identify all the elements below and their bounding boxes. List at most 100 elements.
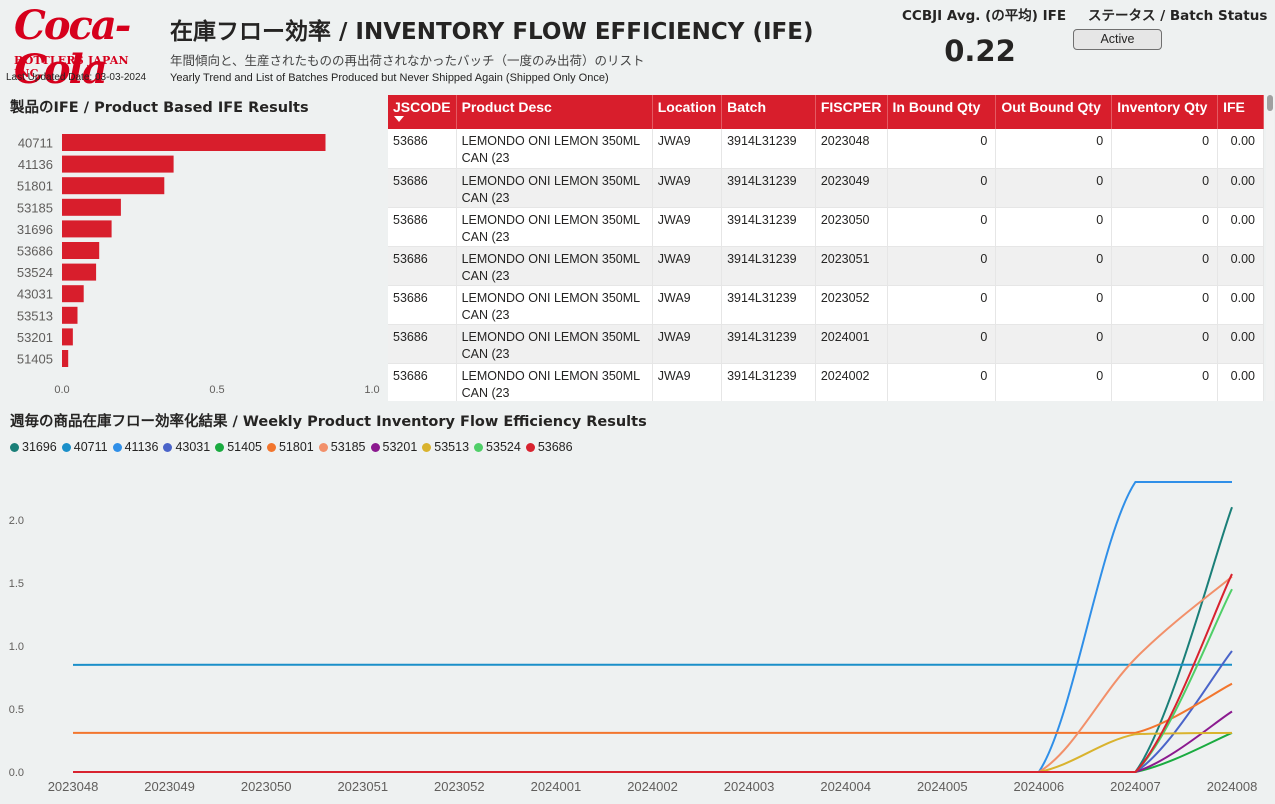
x-tick-label: 2024004 — [820, 779, 871, 794]
legend-label: 40711 — [73, 440, 108, 454]
table-cell: 3914L31239 — [721, 129, 816, 169]
legend-dot-icon — [422, 442, 432, 452]
table-cell: 0 — [887, 285, 997, 325]
table-cell: 0.00 — [1217, 207, 1264, 247]
table-cell: 0 — [995, 363, 1113, 401]
column-header-product-desc[interactable]: Product Desc — [456, 95, 653, 129]
legend-item-31696[interactable]: 31696 — [10, 440, 57, 454]
table-cell: LEMONDO ONI LEMON 350ML CAN (23 — [456, 246, 653, 286]
column-header-location[interactable]: Location — [652, 95, 723, 129]
avg-ife-value: 0.22 — [944, 34, 1016, 68]
line-chart-legend: 31696 40711 41136 43031 51405 51801 53185 53201… — [10, 440, 578, 454]
x-tick-label: 2024007 — [1110, 779, 1161, 794]
series-line-43031 — [72, 650, 1233, 773]
table-scroll-thumb[interactable] — [1267, 95, 1273, 111]
legend-dot-icon — [318, 442, 328, 452]
table-cell: 0 — [1111, 324, 1219, 364]
table-cell: 2024002 — [815, 363, 888, 401]
legend-item-41136[interactable]: 41136 — [112, 440, 158, 454]
table-scrollbar[interactable] — [1266, 95, 1274, 401]
table-cell: 53686 — [388, 129, 457, 169]
table-cell: JWA9 — [652, 363, 723, 401]
table-row[interactable]: 53686 LEMONDO ONI LEMON 350ML CAN (23 JWA9… — [388, 285, 1264, 325]
bar-category-label: 40711 — [18, 136, 53, 151]
table-cell: LEMONDO ONI LEMON 350ML CAN (23 — [456, 168, 653, 208]
table-cell: 2023052 — [815, 285, 888, 325]
batch-status-label: ステータス / Batch Status — [1088, 8, 1268, 24]
table-body: 53686 LEMONDO ONI LEMON 350ML CAN (23 JWA9… — [388, 129, 1264, 401]
table-cell: 0 — [1111, 129, 1219, 169]
table-row[interactable]: 53686 LEMONDO ONI LEMON 350ML CAN (23 JWA9… — [388, 363, 1264, 401]
legend-label: 51801 — [278, 440, 314, 454]
table-cell: 0 — [887, 207, 997, 247]
legend-item-51801[interactable]: 51801 — [266, 440, 314, 454]
legend-label: 53185 — [330, 440, 366, 454]
table-row[interactable]: 53686 LEMONDO ONI LEMON 350ML CAN (23 JWA9… — [388, 168, 1264, 208]
bar-category-label: 51801 — [17, 179, 53, 194]
legend-item-53185[interactable]: 53185 — [318, 440, 366, 454]
legend-item-40711[interactable]: 40711 — [61, 440, 108, 454]
table-row[interactable]: 53686 LEMONDO ONI LEMON 350ML CAN (23 JWA9… — [388, 207, 1264, 247]
table-cell: 0 — [995, 285, 1113, 325]
column-header-in-bound-qty[interactable]: In Bound Qty — [887, 95, 997, 129]
table-cell: JWA9 — [652, 285, 723, 325]
table-cell: 2023048 — [815, 129, 888, 169]
last-updated-date: Last Updated Date: 03-03-2024 — [6, 72, 147, 83]
table-cell: 0 — [995, 324, 1113, 364]
table-cell: 3914L31239 — [721, 246, 816, 286]
sort-descending-icon[interactable] — [394, 116, 404, 122]
bar-51801 — [62, 177, 165, 195]
table-row[interactable]: 53686 LEMONDO ONI LEMON 350ML CAN (23 JWA9… — [388, 246, 1264, 286]
legend-label: 43031 — [175, 440, 211, 454]
column-header-batch[interactable]: Batch — [721, 95, 816, 129]
legend-item-43031[interactable]: 43031 — [163, 440, 210, 454]
column-header-fiscper[interactable]: FISCPER — [815, 95, 888, 129]
series-line-53185 — [72, 575, 1233, 773]
column-header-inventory-qty[interactable]: Inventory Qty — [1111, 95, 1219, 129]
batch-status-slicer[interactable]: Active — [1073, 29, 1162, 50]
series-line-53201 — [72, 710, 1233, 773]
table-cell: 53686 — [388, 324, 457, 364]
bar-category-label: 51405 — [17, 352, 53, 367]
table-row[interactable]: 53686 LEMONDO ONI LEMON 350ML CAN (23 JWA9… — [388, 324, 1264, 364]
x-tick-label: 0.0 — [54, 384, 69, 396]
y-tick-label: 1.5 — [9, 578, 24, 590]
bar-53524 — [62, 263, 97, 281]
bar-31696 — [62, 220, 112, 238]
weekly-ife-line-chart: 0.0 0.5 1.0 1.5 2.0 2023048 2023049 2023050 2023… — [9, 481, 1257, 794]
legend-item-53686[interactable]: 53686 — [525, 440, 573, 454]
x-tick-label: 0.5 — [209, 384, 224, 396]
table-cell: LEMONDO ONI LEMON 350ML CAN (23 — [456, 285, 653, 325]
y-tick-label: 0.0 — [9, 767, 24, 779]
page-subtitle-jp: 年間傾向と、生産されたものの再出荷されなかったバッチ（一度のみ出荷）のリスト — [170, 53, 645, 68]
legend-dot-icon — [61, 442, 71, 452]
table-cell: 3914L31239 — [721, 168, 816, 208]
legend-label: 31696 — [22, 440, 57, 454]
weekly-ife-chart-title: 週毎の商品在庫フロー効率化結果 / Weekly Product Invento… — [10, 414, 647, 430]
table-cell: 0.00 — [1217, 168, 1264, 208]
legend-dot-icon — [474, 442, 484, 452]
x-tick-label: 1.0 — [364, 384, 379, 396]
legend-item-51405[interactable]: 51405 — [215, 440, 262, 454]
legend-item-53513[interactable]: 53513 — [422, 440, 469, 454]
bar-53513 — [62, 306, 78, 324]
page-subtitle-en: Yearly Trend and List of Batches Produce… — [170, 72, 609, 84]
column-header-jscode[interactable]: JSCODE — [388, 95, 457, 129]
bar-53201 — [62, 328, 73, 346]
table-cell: 0 — [1111, 363, 1219, 401]
table-cell: 0 — [995, 246, 1113, 286]
table-cell: 0 — [887, 168, 997, 208]
legend-dot-icon — [215, 442, 225, 452]
series-line-53513 — [72, 731, 1233, 773]
table-row[interactable]: 53686 LEMONDO ONI LEMON 350ML CAN (23 JWA9… — [388, 129, 1264, 169]
y-tick-label: 1.0 — [9, 641, 24, 653]
table-cell: 0 — [1111, 168, 1219, 208]
table-cell: 0 — [887, 324, 997, 364]
table-cell: 3914L31239 — [721, 363, 816, 401]
bar-53686 — [62, 242, 100, 259]
column-header-ife[interactable]: IFE — [1217, 95, 1264, 129]
legend-item-53524[interactable]: 53524 — [474, 440, 521, 454]
legend-item-53201[interactable]: 53201 — [370, 440, 417, 454]
y-tick-label: 0.5 — [9, 704, 24, 716]
column-header-out-bound-qty[interactable]: Out Bound Qty — [995, 95, 1113, 129]
